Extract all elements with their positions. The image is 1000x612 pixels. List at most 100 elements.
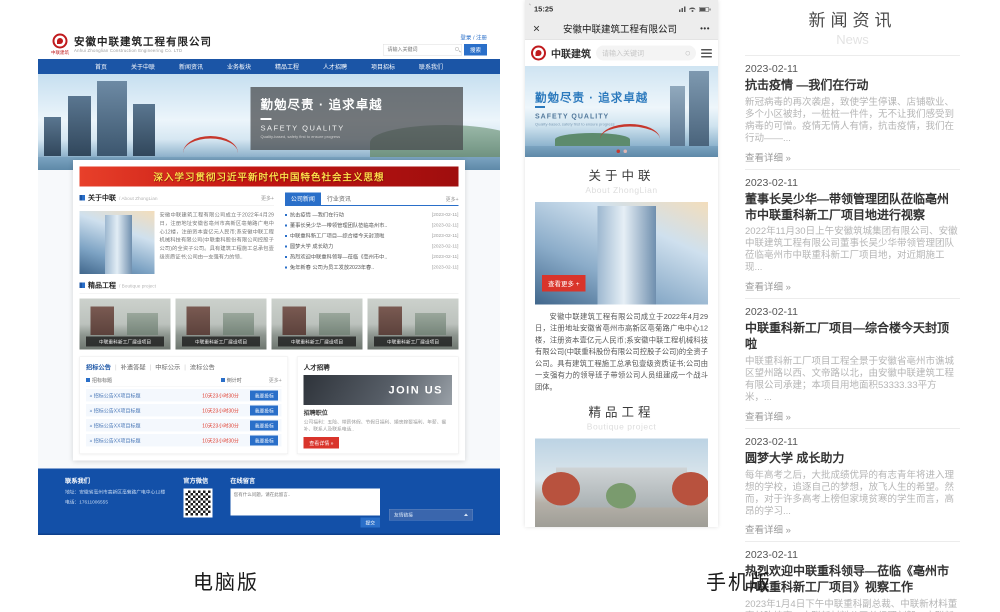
news-list-item[interactable]: 兔年新春 公司为员工发放2023年春.. [2023-02-11] — [285, 262, 459, 273]
close-icon[interactable]: × — [533, 23, 540, 35]
nav-news[interactable]: 新闻资讯 — [179, 62, 203, 71]
about-text: 安徽中联建筑工程有限公司成立于2022年4月29日，注册地址安徽省亳州市高新区亳… — [160, 211, 274, 274]
tender-row: »招标公告XX项目标题 10天23小时30分 我要投标 — [86, 389, 282, 402]
nav-business[interactable]: 业务板块 — [227, 62, 251, 71]
countdown-value: 10天23小时30分 — [202, 437, 250, 445]
search-button[interactable]: 搜索 — [464, 44, 487, 56]
bullet-icon — [285, 214, 287, 216]
countdown-value: 10天23小时30分 — [202, 392, 250, 400]
tab-industry-news[interactable]: 行业资讯 — [321, 193, 357, 206]
hero-banner[interactable]: 勤勉尽责 · 追求卓越 SAFETY QUALITY Quality-based… — [38, 74, 500, 170]
news-list-item[interactable]: 抗击疫情 —我们在行动 [2023-02-11] — [285, 210, 459, 221]
news-list-item[interactable]: 中联重科新工厂项目—综合楼今天封顶啦 [2023-02-11] — [285, 231, 459, 242]
news-feed-item[interactable]: 2023-02-11 中联重科新工厂项目—综合楼今天封顶啦 中联重科新工厂项目工… — [745, 298, 960, 428]
news-feed-item[interactable]: 2023-02-11 热烈欢迎中联重科领导—莅临《亳州市中联重科新工厂项目》视察… — [745, 541, 960, 612]
col-tender-title: 招标标题 — [92, 376, 112, 384]
recruit-desc: 公司福利：五险、带薪休假、节假日福利、婚丧嫁娶福利、年薪、餐补、联系人及联系电话… — [304, 419, 452, 433]
message-submit-button[interactable]: 提交 — [360, 517, 380, 527]
tab-winning[interactable]: 中标公示 — [155, 362, 180, 372]
more-options-icon[interactable]: ••• — [700, 24, 710, 33]
bid-button[interactable]: 我要投标 — [250, 435, 278, 445]
logo-swirl-icon — [53, 34, 68, 49]
tab-company-news[interactable]: 公司新闻 — [285, 193, 321, 206]
read-more-link[interactable]: 查看详细 » — [745, 409, 960, 423]
nav-contact[interactable]: 联系我们 — [419, 62, 443, 71]
desktop-screenshot: 中联建筑 安徽中联建筑工程有限公司 Anhui Zhonglian Constr… — [38, 30, 500, 535]
carousel-dot[interactable] — [623, 150, 627, 154]
banner-slogan-box: 勤勉尽责 · 追求卓越 SAFETY QUALITY Quality-based… — [251, 87, 464, 150]
col-countdown: 倒计时 — [227, 376, 242, 384]
nav-home[interactable]: 首页 — [95, 62, 107, 71]
tender-more-link[interactable]: 更多+ — [269, 376, 282, 384]
bullet-icon: » — [90, 439, 93, 445]
recruit-detail-button[interactable]: 查看详情 » — [304, 437, 339, 449]
search-input[interactable] — [383, 44, 462, 56]
bid-button[interactable]: 我要投标 — [250, 390, 278, 400]
news-feed-panel: 新闻资讯 News 2023-02-11 抗击疫情 —我们在行动 新冠病毒的再次… — [745, 6, 960, 612]
footer-address: 地址：安徽省亳州市高新区亳菊路广电中心12楼 — [65, 488, 165, 495]
join-us-photo[interactable]: JOIN US — [304, 375, 452, 405]
read-more-link[interactable]: 查看详细 » — [745, 522, 960, 536]
wifi-icon — [689, 7, 696, 12]
news-feed-item[interactable]: 2023-02-11 董事长吴少华—带领管理团队莅临亳州市中联重科新工厂项目地进… — [745, 169, 960, 299]
mobile-site-header: 中联建筑 请输入关键词 — [525, 40, 718, 66]
project-thumb[interactable]: 中联重科新工厂建设项目 — [368, 299, 459, 350]
search-icon — [455, 47, 459, 51]
bid-button[interactable]: 我要投标 — [250, 420, 278, 430]
news-list-item[interactable]: 董事长吴少华—带领管理团队莅临亳州市.. [2023-02-11] — [285, 220, 459, 231]
section-icon — [80, 195, 86, 201]
tab-failed[interactable]: 流标公告 — [190, 362, 215, 372]
carousel-dot[interactable] — [616, 150, 620, 154]
message-box — [230, 488, 380, 515]
login-register-links[interactable]: 登录 / 注册 — [383, 34, 487, 42]
wechat-page-title: 安徽中联建筑工程有限公司 — [540, 22, 700, 36]
battery-icon — [699, 7, 709, 12]
about-more-link[interactable]: 更多+ — [261, 194, 274, 202]
nav-recruit[interactable]: 人才招聘 — [323, 62, 347, 71]
nav-about[interactable]: 关于中联 — [131, 62, 155, 71]
bullet-icon — [285, 224, 287, 226]
bullet-icon — [285, 256, 287, 258]
search-row: 搜索 — [383, 44, 487, 56]
mobile-screenshot: 15:25 × 安徽中联建筑工程有限公司 ••• 中联建筑 请输入关键词 — [525, 0, 718, 527]
view-more-button[interactable]: 查看更多 + — [542, 275, 586, 292]
tab-supplement[interactable]: 补遗答疑 — [121, 362, 146, 372]
news-list-item[interactable]: 圆梦大学 成长助力 [2023-02-11] — [285, 241, 459, 252]
company-logo[interactable]: 中联建筑 — [51, 34, 69, 56]
nav-tender[interactable]: 项目招标 — [371, 62, 395, 71]
read-more-link[interactable]: 查看详细 » — [745, 279, 960, 293]
bid-button[interactable]: 我要投标 — [250, 405, 278, 415]
wechat-titlebar: × 安徽中联建筑工程有限公司 ••• — [525, 18, 718, 40]
tab-tender-notice[interactable]: 招标公告 — [86, 362, 111, 372]
mobile-hero-banner[interactable]: 勤勉尽责 · 追求卓越 SAFETY QUALITY Quality-based… — [525, 66, 718, 157]
mobile-logo-text: 中联建筑 — [551, 46, 591, 61]
wechat-qr-code — [183, 488, 212, 517]
footer-contact-col: 联系我们 地址：安徽省亳州市高新区亳菊路广电中心12楼 电话：176110065… — [65, 475, 165, 527]
news-feed-item[interactable]: 2023-02-11 圆梦大学 成长助力 每年高考之后，大批成绩优异的有志青年将… — [745, 428, 960, 542]
mobile-project-card[interactable]: ‹ 西湖水岸项目 › — [535, 439, 708, 527]
logo-caption: 中联建筑 — [51, 49, 69, 56]
news-more-link[interactable]: 更多+ — [446, 195, 459, 203]
signal-icon — [679, 6, 686, 12]
project-thumb[interactable]: 中联重科新工厂建设项目 — [80, 299, 171, 350]
message-textarea[interactable] — [234, 491, 377, 513]
bullet-icon: » — [90, 409, 93, 415]
nav-projects[interactable]: 精品工程 — [275, 62, 299, 71]
friend-links-dropdown[interactable]: 友情链接 — [389, 509, 473, 521]
mobile-search-input[interactable]: 请输入关键词 — [596, 46, 696, 61]
news-list-item[interactable]: 热烈欢迎中联重科领导—莅临《亳州市中.. [2023-02-11] — [285, 252, 459, 263]
news-section: 公司新闻 行业资讯 更多+ 抗击疫情 —我们在行动 [2023-02-11] — [285, 193, 459, 275]
mobile-boutique-title: 精品工程 — [525, 403, 718, 421]
read-more-link[interactable]: 查看详细 » — [745, 150, 960, 164]
about-building-photo[interactable] — [80, 211, 155, 274]
logo-swirl-icon[interactable] — [531, 46, 546, 61]
company-names: 安徽中联建筑工程有限公司 Anhui Zhonglian Constructio… — [74, 36, 212, 53]
news-feed-list: 2023-02-11 抗击疫情 —我们在行动 新冠病毒的再次袭虐，致使学生停课、… — [745, 55, 960, 612]
news-feed-item[interactable]: 2023-02-11 抗击疫情 —我们在行动 新冠病毒的再次袭虐，致使学生停课、… — [745, 55, 960, 169]
hamburger-menu-icon[interactable] — [701, 47, 712, 60]
project-thumb[interactable]: 中联重科新工厂建设项目 — [272, 299, 363, 350]
banner-subtitle: SAFETY QUALITY — [261, 124, 454, 133]
footer-phone: 电话：17611006555 — [65, 498, 165, 505]
project-thumb[interactable]: 中联重科新工厂建设项目 — [176, 299, 267, 350]
mobile-status-bar: 15:25 — [525, 0, 718, 18]
